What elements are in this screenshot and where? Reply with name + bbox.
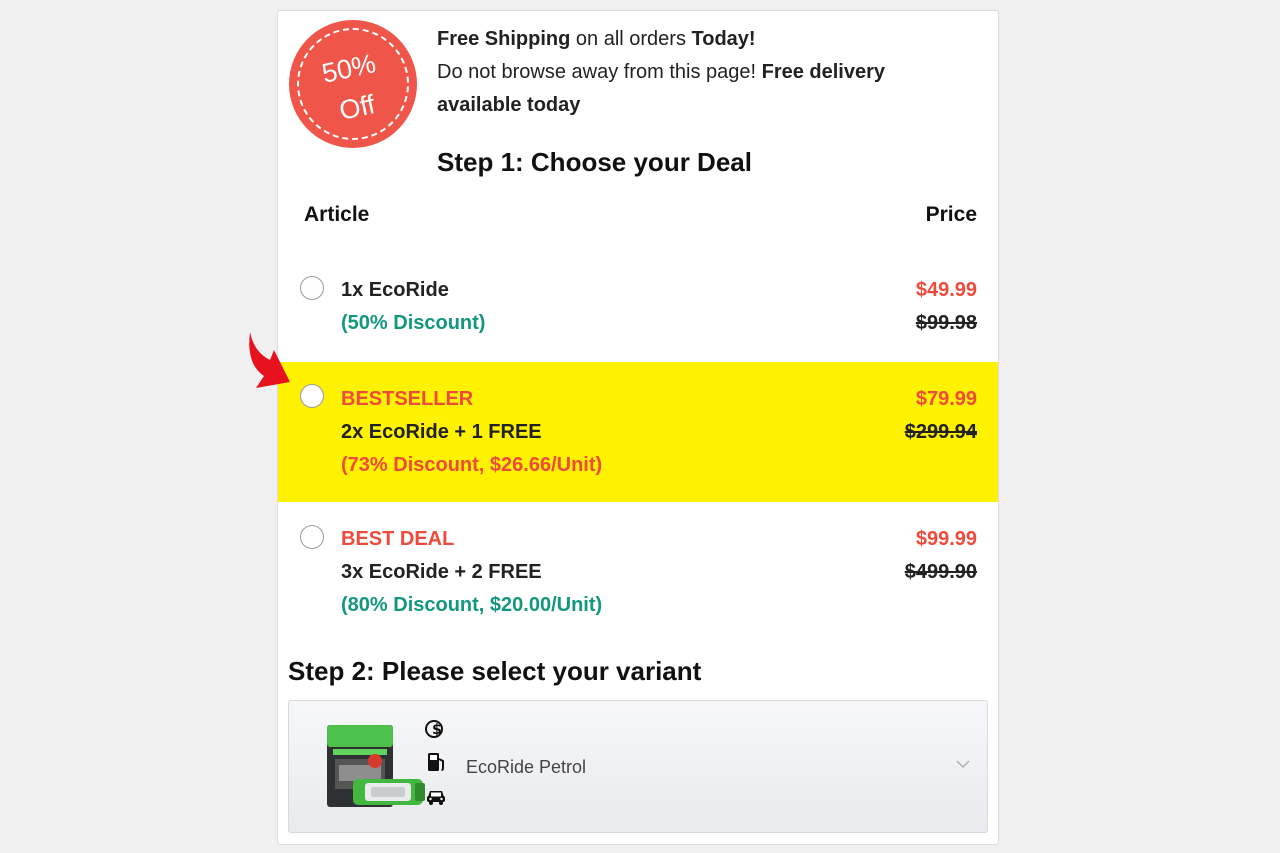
deal-3-name: 3x EcoRide + 2 FREE (341, 561, 542, 583)
deal-2-radio[interactable] (300, 384, 324, 408)
deal-3-old-price: $499.90 (904, 561, 977, 583)
deal-1-name: 1x EcoRide (341, 279, 449, 301)
fuel-pump-icon (425, 751, 449, 785)
deal-3-prices: $99.99 $499.90 (905, 523, 977, 589)
deal-3-details: BEST DEAL 3x EcoRide + 2 FREE (80% Disco… (341, 523, 602, 622)
chevron-down-icon[interactable] (955, 756, 971, 772)
deal-2-prices: $79.99 $299.94 (905, 383, 977, 449)
deal-option-2[interactable]: BESTSELLER 2x EcoRide + 1 FREE (73% Disc… (278, 362, 998, 502)
deal-2-tag: BESTSELLER (341, 388, 474, 410)
deal-1-radio[interactable] (300, 276, 324, 300)
step1-title: Step 1: Choose your Deal (437, 147, 752, 177)
car-icon (425, 785, 449, 819)
deal-option-3[interactable]: BEST DEAL 3x EcoRide + 2 FREE (80% Disco… (278, 503, 998, 633)
promo-line1-mid: on all orders (570, 28, 692, 50)
deal-3-discount: (80% Discount, $20.00/Unit) (341, 594, 603, 616)
deal-1-details: 1x EcoRide (50% Discount) (341, 274, 485, 340)
price-column-header: Price (925, 203, 977, 226)
variant-selected-label: EcoRide Petrol (466, 757, 587, 777)
deal-3-price: $99.99 (915, 528, 977, 550)
article-column-header: Article (304, 203, 370, 226)
variant-feature-icons: $ (425, 717, 449, 819)
step2-title: Step 2: Please select your variant (288, 656, 702, 686)
money-icon: $ (425, 717, 449, 751)
deal-2-details: BESTSELLER 2x EcoRide + 1 FREE (73% Disc… (341, 383, 602, 482)
deal-2-discount: (73% Discount, $26.66/Unit) (341, 454, 603, 476)
promo-free-shipping: Free Shipping (437, 28, 571, 50)
promo-line2: Do not browse away from this page! (437, 61, 762, 83)
badge-text: 50% Off (319, 48, 379, 126)
deal-1-discount: (50% Discount) (341, 312, 486, 334)
deal-1-prices: $49.99 $99.98 (916, 274, 977, 340)
deal-1-old-price: $99.98 (915, 312, 977, 334)
promo-today: Today! (691, 28, 756, 50)
deal-2-price: $79.99 (915, 388, 977, 410)
promo-text: Free Shipping on all orders Today! Do no… (437, 23, 967, 122)
deal-2-old-price: $299.94 (904, 421, 977, 443)
variant-select[interactable]: $ EcoRide Petrol (288, 700, 988, 833)
pointer-arrow-icon (249, 332, 290, 388)
deal-3-tag: BEST DEAL (341, 528, 455, 550)
deal-1-price: $49.99 (915, 279, 977, 301)
product-image (327, 725, 425, 807)
discount-badge: 50% Off (289, 20, 417, 148)
deal-3-radio[interactable] (300, 525, 324, 549)
svg-text:$: $ (432, 722, 442, 738)
order-card: 50% Off Free Shipping on all orders Toda… (277, 10, 999, 845)
deal-option-1[interactable]: 1x EcoRide (50% Discount) $49.99 $99.98 (278, 261, 998, 361)
deal-2-name: 2x EcoRide + 1 FREE (341, 421, 542, 443)
